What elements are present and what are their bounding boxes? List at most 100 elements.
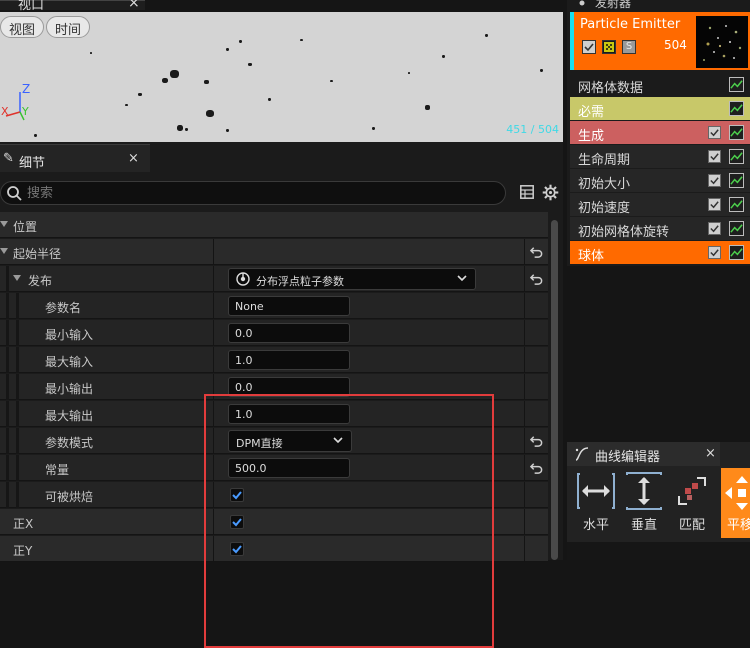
close-icon[interactable]: × [705, 446, 716, 461]
graph-line-icon [730, 80, 743, 89]
curve-graph-icon[interactable] [729, 77, 744, 92]
row-label: 发布 [28, 274, 53, 288]
chevron-down-icon [333, 437, 343, 444]
particle [226, 129, 229, 132]
fit-label: 匹配 [678, 518, 705, 533]
indent-guide [16, 455, 19, 481]
row-constant[interactable]: 常量 500.0 [0, 455, 548, 481]
checkmark-icon [584, 43, 594, 52]
curve-graph-icon[interactable] [729, 101, 744, 116]
param-mode-combo[interactable]: DPM直接 [228, 430, 352, 452]
gear-icon[interactable] [542, 184, 559, 201]
category-location[interactable]: 位置 [0, 212, 548, 238]
search-input[interactable] [27, 184, 487, 202]
min-input-field[interactable]: 0.0 [228, 323, 350, 343]
row-param-mode[interactable]: 参数模式 DPM直接 [0, 428, 548, 454]
table-view-icon[interactable] [520, 185, 534, 199]
row-positive-y[interactable]: 正Y [0, 536, 548, 562]
module-enable-checkbox[interactable] [708, 174, 721, 187]
row-positive-x[interactable]: 正X [0, 509, 548, 535]
solo-button[interactable]: S [622, 40, 636, 54]
pan-button[interactable]: 平移 [721, 468, 750, 538]
curve-editor-tab[interactable]: 曲线编辑器 × [567, 442, 720, 466]
curve-graph-icon[interactable] [729, 221, 744, 236]
fit-button[interactable]: 匹配 [669, 468, 715, 538]
curve-graph-icon[interactable] [729, 245, 744, 260]
details-tab[interactable]: ✎ 细节 × [0, 144, 150, 172]
module-initial-mesh-rotation[interactable]: 初始网格体旋转 [570, 217, 750, 240]
row-max-output[interactable]: 最大输出 1.0 [0, 401, 548, 427]
indent-guide [16, 347, 19, 373]
collapse-arrow-icon[interactable] [13, 275, 21, 281]
distribution-combo[interactable]: 分布浮点粒子参数 [228, 268, 476, 290]
module-sphere[interactable]: 球体 [570, 241, 750, 264]
row-min-input[interactable]: 最小输入 0.0 [0, 320, 548, 346]
collapse-arrow-icon[interactable] [0, 221, 8, 227]
curve-graph-icon[interactable] [729, 149, 744, 164]
max-output-field[interactable]: 1.0 [228, 404, 350, 424]
time-menu-button[interactable]: 时间 [46, 16, 91, 38]
module-enable-checkbox[interactable] [708, 222, 721, 235]
fit-vertical-button[interactable]: 垂直 [621, 468, 667, 538]
close-icon[interactable]: × [128, 0, 140, 11]
module-enable-checkbox[interactable] [708, 150, 721, 163]
max-input-field[interactable]: 1.0 [228, 350, 350, 370]
particle-emitter-card[interactable]: Particle Emitter S 504 [570, 12, 750, 70]
view-menu-button[interactable]: 视图 [0, 16, 45, 38]
pan-label: 平移 [727, 518, 750, 533]
close-icon[interactable]: × [128, 151, 139, 166]
row-can-bake[interactable]: 可被烘焙 [0, 482, 548, 508]
fit-horizontal-button[interactable]: 水平 [573, 468, 619, 538]
collapse-arrow-icon[interactable] [0, 248, 8, 254]
curve-graph-icon[interactable] [729, 125, 744, 140]
particle [485, 34, 488, 37]
curve-graph-icon[interactable] [729, 173, 744, 188]
value-column: 1.0 [213, 347, 525, 373]
row-start-radius[interactable]: 起始半径 [0, 239, 548, 265]
row-label: 参数模式 [45, 436, 94, 450]
module-spawn[interactable]: 生成 [570, 121, 750, 144]
module-enable-checkbox[interactable] [708, 126, 721, 139]
indent-guide [16, 482, 19, 508]
details-scrollbar[interactable] [549, 212, 559, 560]
row-max-input[interactable]: 最大输入 1.0 [0, 347, 548, 373]
module-enable-checkbox[interactable] [708, 246, 721, 259]
reset-to-default-icon[interactable] [530, 434, 543, 447]
min-output-field[interactable]: 0.0 [228, 377, 350, 397]
positive-x-checkbox[interactable] [230, 515, 244, 529]
row-min-output[interactable]: 最小输出 0.0 [0, 374, 548, 400]
render-mode-icon[interactable] [602, 40, 616, 54]
positive-y-checkbox[interactable] [230, 542, 244, 556]
reset-to-default-icon[interactable] [530, 245, 543, 258]
module-label: 初始大小 [578, 177, 631, 192]
module-enable-checkbox[interactable] [708, 198, 721, 211]
value-column [213, 536, 525, 562]
row-param-name[interactable]: 参数名 None [0, 293, 548, 319]
curve-graph-icon[interactable] [729, 197, 744, 212]
module-required[interactable]: 必需 [570, 97, 750, 120]
module-lifetime[interactable]: 生命周期 [570, 145, 750, 168]
particle [90, 52, 92, 54]
emitter-enable-checkbox[interactable] [582, 40, 596, 54]
particle [204, 80, 209, 84]
curve-graph-area[interactable] [567, 542, 750, 560]
search-box[interactable] [0, 181, 506, 205]
dots-grid-icon [604, 42, 614, 52]
axis-z-label: Z [22, 82, 31, 96]
module-initial-velocity[interactable]: 初始速度 [570, 193, 750, 216]
viewport-tab[interactable]: 视口 × [0, 0, 145, 13]
module-mesh-data[interactable]: 网格体数据 [570, 73, 750, 96]
row-distribution[interactable]: 发布 分布浮点粒子参数 [0, 266, 548, 292]
reset-to-default-icon[interactable] [530, 272, 543, 285]
can-bake-checkbox[interactable] [230, 488, 244, 502]
reset-column [524, 428, 548, 454]
reset-to-default-icon[interactable] [530, 461, 543, 474]
particle [138, 93, 142, 96]
value-column [213, 239, 525, 265]
constant-field[interactable]: 500.0 [228, 458, 350, 478]
scrollbar-thumb[interactable] [551, 220, 558, 560]
viewport[interactable]: 视图 时间 Z X Y 451 / 504 [0, 12, 563, 142]
curve-editor-title: 曲线编辑器 [595, 450, 661, 465]
module-initial-size[interactable]: 初始大小 [570, 169, 750, 192]
param-name-field[interactable]: None [228, 296, 350, 316]
